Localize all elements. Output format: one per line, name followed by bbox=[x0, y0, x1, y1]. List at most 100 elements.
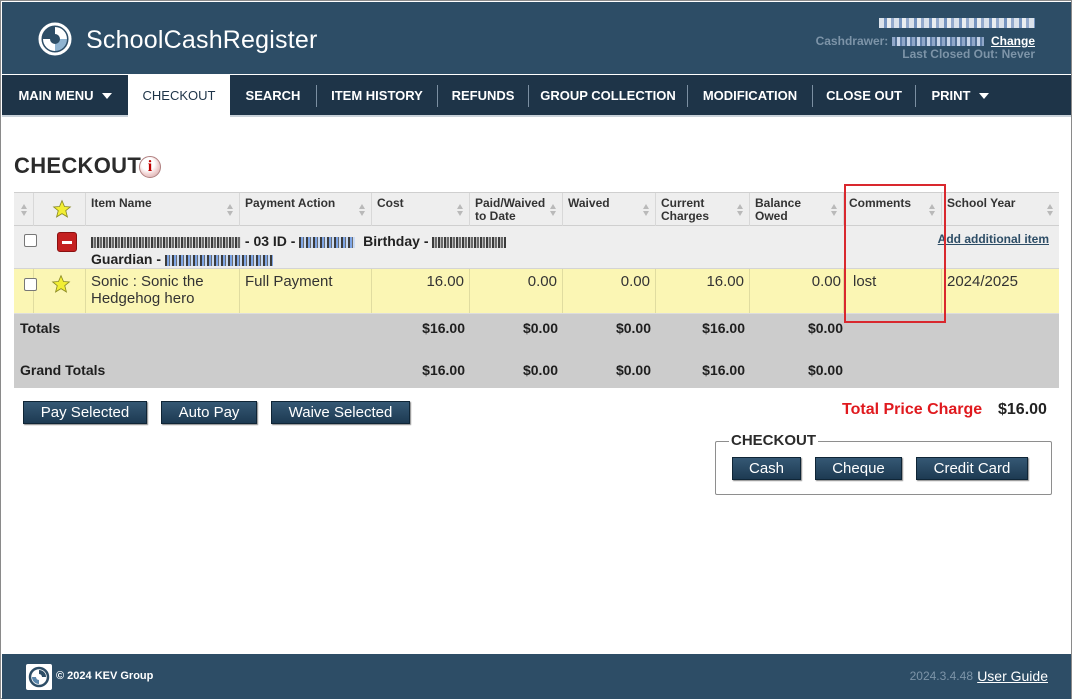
auto-pay-button[interactable]: Auto Pay bbox=[161, 401, 257, 424]
last-closed-out: Last Closed Out: Never bbox=[902, 47, 1035, 61]
cheque-button[interactable]: Cheque bbox=[815, 457, 902, 480]
grand-totals-waived: $0.00 bbox=[615, 362, 651, 378]
row-favorite-cell bbox=[34, 269, 86, 313]
totals-paid-waived: $0.00 bbox=[522, 320, 558, 336]
col-waived-label: Waived bbox=[568, 196, 610, 210]
payment-action-cell[interactable]: Full Payment bbox=[240, 269, 372, 313]
header: SchoolCashRegister Cashdrawer: Change La… bbox=[2, 2, 1071, 74]
nav-group-collection[interactable]: GROUP COLLECTION bbox=[529, 75, 687, 117]
totals-label: Totals bbox=[20, 320, 61, 336]
col-waived[interactable]: Waived bbox=[563, 193, 656, 227]
student-checkbox[interactable] bbox=[24, 234, 37, 247]
student-grade: - 03 ID - bbox=[244, 233, 296, 249]
grand-totals-paid-waived: $0.00 bbox=[522, 362, 558, 378]
pay-selected-button[interactable]: Pay Selected bbox=[23, 401, 147, 424]
row-select-cell bbox=[14, 269, 37, 313]
cash-button[interactable]: Cash bbox=[732, 457, 801, 480]
waived-cell: 0.00 bbox=[563, 269, 656, 313]
item-name-cell: Sonic : Sonic the Hedgehog hero bbox=[86, 269, 240, 313]
col-balance-owed-label: Balance Owed bbox=[755, 196, 802, 223]
user-guide-link[interactable]: User Guide bbox=[977, 668, 1048, 684]
nav-search[interactable]: SEARCH bbox=[230, 75, 316, 117]
col-current-charges[interactable]: Current Charges bbox=[656, 193, 750, 227]
user-name-redacted bbox=[879, 18, 1035, 28]
nav-checkout[interactable]: CHECKOUT bbox=[128, 75, 230, 117]
chevron-down-icon bbox=[101, 92, 112, 99]
totals-balance-owed: $0.00 bbox=[807, 320, 843, 336]
sort-icon bbox=[831, 204, 838, 216]
sort-icon bbox=[1047, 204, 1054, 216]
footer-copyright: © 2024 KEV Group bbox=[56, 670, 154, 682]
sort-icon bbox=[359, 204, 366, 216]
logo-icon bbox=[28, 666, 50, 688]
grand-totals-balance-owed: $0.00 bbox=[807, 362, 843, 378]
nav-main-menu[interactable]: MAIN MENU bbox=[2, 75, 128, 117]
logo-icon bbox=[38, 22, 72, 56]
col-paid-waived-label: Paid/Waived to Date bbox=[475, 196, 546, 223]
comments-highlight-box bbox=[844, 184, 946, 323]
cashdrawer-label: Cashdrawer: bbox=[815, 34, 889, 48]
balance-owed-cell: 0.00 bbox=[750, 269, 844, 313]
checkout-legend: CHECKOUT bbox=[729, 432, 818, 449]
cashdrawer-name-redacted bbox=[891, 37, 984, 47]
totals-current-charges: $16.00 bbox=[702, 320, 745, 336]
collapse-student-button[interactable] bbox=[57, 232, 77, 252]
add-additional-item-link[interactable]: Add additional item bbox=[938, 232, 1049, 246]
guardian-name-redacted bbox=[164, 254, 273, 266]
credit-card-button[interactable]: Credit Card bbox=[916, 457, 1028, 480]
birthday-label: Birthday - bbox=[363, 233, 429, 249]
current-charges-cell: 16.00 bbox=[656, 269, 750, 313]
nav-print[interactable]: PRINT bbox=[916, 75, 1004, 117]
col-item-name[interactable]: Item Name bbox=[86, 193, 240, 227]
col-payment-action[interactable]: Payment Action bbox=[240, 193, 372, 227]
col-favorite[interactable] bbox=[34, 193, 86, 227]
grand-totals-current-charges: $16.00 bbox=[702, 362, 745, 378]
footer: © 2024 KEV Group 2024.3.4.48 User Guide bbox=[2, 654, 1071, 699]
cashdrawer-info: Cashdrawer: Change bbox=[816, 34, 1035, 48]
col-select[interactable] bbox=[14, 193, 34, 227]
info-icon[interactable]: i bbox=[139, 156, 161, 178]
totals-cost: $16.00 bbox=[422, 320, 465, 336]
star-icon[interactable] bbox=[51, 274, 71, 294]
student-name-redacted bbox=[91, 236, 241, 248]
paid-waived-cell: 0.00 bbox=[470, 269, 563, 313]
app-window: SchoolCashRegister Cashdrawer: Change La… bbox=[0, 0, 1072, 699]
sort-icon bbox=[643, 204, 650, 216]
school-year-cell: 2024/2025 bbox=[947, 273, 1018, 290]
guardian-label: Guardian - bbox=[91, 251, 162, 267]
sort-icon bbox=[550, 204, 557, 216]
nav-close-out[interactable]: CLOSE OUT bbox=[813, 75, 915, 117]
student-info: - 03 ID - Birthday - Guardian - bbox=[91, 232, 507, 268]
totals-section: Totals $16.00 $0.00 $0.00 $16.00 $0.00 G… bbox=[14, 314, 1059, 388]
nav-refunds[interactable]: REFUNDS bbox=[438, 75, 528, 117]
totals-waived: $0.00 bbox=[615, 320, 651, 336]
col-school-year[interactable]: School Year bbox=[942, 193, 1059, 227]
nav-print-label: PRINT bbox=[931, 88, 971, 103]
grand-totals-cost: $16.00 bbox=[422, 362, 465, 378]
footer-version: 2024.3.4.48 bbox=[909, 669, 973, 683]
col-cost-label: Cost bbox=[377, 196, 404, 210]
sort-icon bbox=[457, 204, 464, 216]
main-nav: MAIN MENU CHECKOUT SEARCH ITEM HISTORY R… bbox=[2, 75, 1071, 117]
sort-icon bbox=[737, 204, 744, 216]
col-payment-action-label: Payment Action bbox=[245, 196, 336, 210]
page-title: CHECKOUT bbox=[14, 153, 142, 178]
grand-totals-label: Grand Totals bbox=[20, 362, 106, 378]
chevron-down-icon bbox=[978, 92, 989, 99]
col-cost[interactable]: Cost bbox=[372, 193, 470, 227]
footer-logo bbox=[26, 664, 52, 690]
total-price-value: $16.00 bbox=[998, 401, 1047, 418]
cost-cell: 16.00 bbox=[372, 269, 470, 313]
nav-modification[interactable]: MODIFICATION bbox=[688, 75, 812, 117]
col-balance-owed[interactable]: Balance Owed bbox=[750, 193, 844, 227]
app-title: SchoolCashRegister bbox=[86, 26, 318, 54]
total-price-label: Total Price Charge bbox=[842, 401, 983, 418]
sort-icon bbox=[21, 204, 28, 216]
col-current-charges-label: Current Charges bbox=[661, 196, 710, 223]
col-school-year-label: School Year bbox=[947, 196, 1016, 210]
waive-selected-button[interactable]: Waive Selected bbox=[271, 401, 410, 424]
nav-item-history[interactable]: ITEM HISTORY bbox=[317, 75, 437, 117]
nav-main-menu-label: MAIN MENU bbox=[18, 88, 94, 103]
change-cashdrawer-link[interactable]: Change bbox=[991, 34, 1035, 48]
col-paid-waived[interactable]: Paid/Waived to Date bbox=[470, 193, 563, 227]
